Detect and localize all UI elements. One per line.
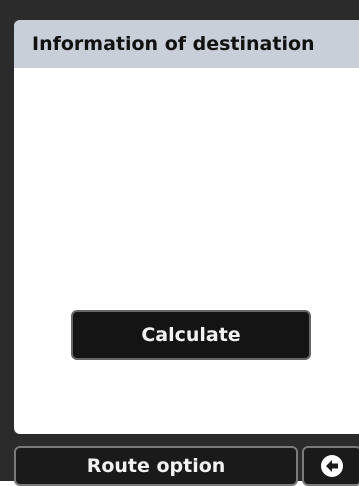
back-arrow-icon [321, 455, 343, 477]
back-button[interactable] [302, 446, 359, 486]
route-option-button[interactable]: Route option [14, 446, 298, 486]
destination-info-panel: Information of destination [14, 20, 359, 434]
panel-title: Information of destination [14, 20, 359, 68]
calculate-button[interactable]: Calculate [71, 310, 311, 360]
